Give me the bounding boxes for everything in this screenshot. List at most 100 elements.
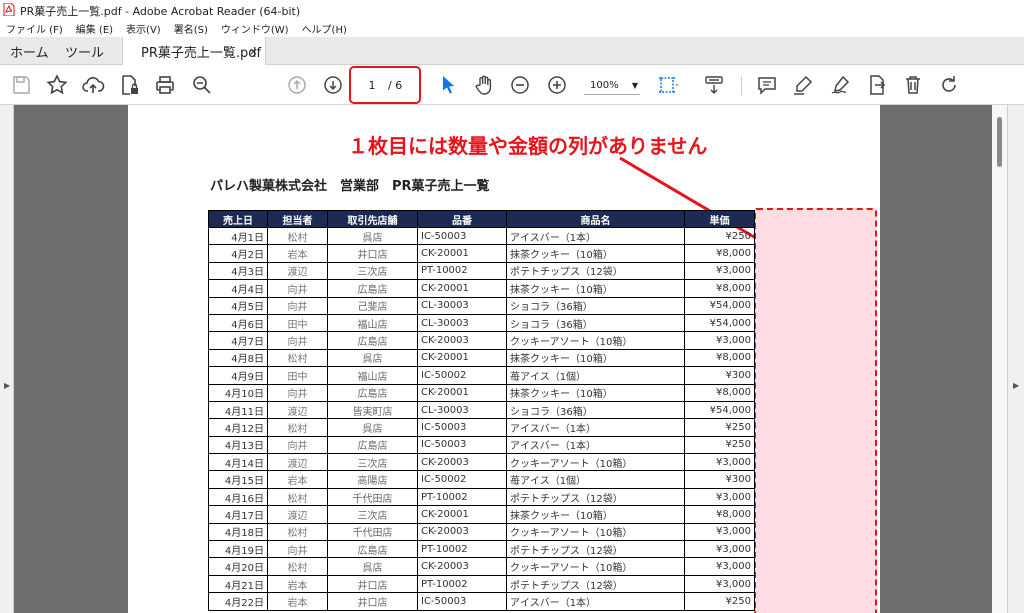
column-header: 取引先店舗 [327,210,418,228]
comment-icon[interactable] [755,73,779,97]
table-row: 4月21日 岩本 井口店 PT-10002 ポテトチップス（12袋） ¥3,000 [208,574,755,594]
sale-date-cell: 4月14日 [208,453,268,472]
sale-date-cell: 4月1日 [208,226,268,246]
zoom-in-icon[interactable] [545,73,569,97]
store-cell: 井口店 [327,592,418,611]
unit-price-cell: ¥54,000 [684,296,755,315]
trash-icon[interactable] [901,73,925,97]
product-code-cell: IC-50003 [417,592,507,611]
vertical-scrollbar[interactable] [992,105,1007,613]
person-cell: 岩本 [267,244,328,263]
previous-page-icon[interactable] [285,73,309,97]
page-total: / 6 [388,79,403,92]
cloud-upload-icon[interactable] [81,73,105,97]
left-panel-toggle[interactable]: ▶ [0,105,14,613]
table-row: 4月4日 向井 広島店 CK-20001 抹茶クッキー（10箱） ¥8,000 [208,279,755,298]
person-cell: 向井 [267,540,328,559]
tab-document[interactable]: PR菓子売上一覧.pdf × [122,37,266,65]
menu-edit[interactable]: 編集 (E) [76,21,113,36]
zoom-value: 100% [590,80,619,91]
person-cell: 向井 [267,296,328,315]
sale-date-cell: 4月16日 [208,487,268,507]
print-icon[interactable] [153,73,177,97]
sale-date-cell: 4月8日 [208,348,268,368]
product-code-cell: CK-20001 [417,244,507,263]
person-cell: 岩本 [267,574,328,594]
product-name-cell: アイスバー（1本） [506,418,685,437]
sale-date-cell: 4月7日 [208,331,268,350]
menu-view[interactable]: 表示(V) [126,21,161,36]
zoom-out-icon[interactable] [508,73,532,97]
product-code-cell: IC-50003 [417,435,507,455]
tab-tools[interactable]: ツール [65,37,104,65]
table-row: 4月5日 向井 己斐店 CL-30003 ショコラ（36箱） ¥54,000 [208,296,755,315]
sale-date-cell: 4月18日 [208,522,268,542]
table-row: 4月14日 渡辺 三次店 CK-20003 クッキーアソート（10箱） ¥3,000 [208,453,755,472]
page-number-input[interactable]: 1 [360,77,384,95]
unit-price-cell: ¥300 [684,366,755,385]
unit-price-cell: ¥3,000 [684,522,755,542]
person-cell: 松村 [267,348,328,368]
keyboard-scroll-icon[interactable] [702,73,726,97]
store-cell: 広島店 [327,435,418,455]
store-cell: 己斐店 [327,296,418,315]
sale-date-cell: 4月15日 [208,470,268,489]
product-name-cell: 抹茶クッキー（10箱） [506,279,685,298]
store-cell: 三次店 [327,261,418,281]
person-cell: 渡辺 [267,453,328,472]
save-icon[interactable] [9,73,33,97]
unit-price-cell: ¥8,000 [684,505,755,524]
file-lock-icon[interactable] [117,73,141,97]
product-name-cell: ポテトチップス（12袋） [506,261,685,281]
highlight-pen-icon[interactable] [791,73,815,97]
select-cursor-icon[interactable] [436,73,460,97]
column-header: 売上日 [208,210,268,228]
product-name-cell: アイスバー（1本） [506,592,685,611]
toolbar-divider [741,75,742,95]
zoom-out-search-icon[interactable] [190,73,214,97]
unit-price-cell: ¥3,000 [684,574,755,594]
document-viewport[interactable]: ▶ １枚目には数量や金額の列がありません パレハ製菓株式会社 営業部 PR菓子売… [0,105,1024,613]
product-code-cell: CL-30003 [417,400,507,420]
right-panel-toggle[interactable]: ▶ [1007,105,1024,613]
sale-date-cell: 4月5日 [208,296,268,315]
menu-help[interactable]: ヘルプ(H) [302,21,347,36]
person-cell: 渡辺 [267,261,328,281]
rotate-icon[interactable] [937,73,961,97]
star-icon[interactable] [45,73,69,97]
sale-date-cell: 4月4日 [208,279,268,298]
column-header: 品番 [417,210,507,228]
product-code-cell: CL-30003 [417,313,507,333]
zoom-select[interactable]: 100% ▼ [584,77,640,95]
product-name-cell: クッキーアソート（10箱） [506,522,685,542]
menu-window[interactable]: ウィンドウ(W) [221,21,289,36]
sign-pen-icon[interactable] [829,73,853,97]
person-cell: 松村 [267,226,328,246]
menu-file[interactable]: ファイル (F) [6,21,63,36]
scrollbar-thumb[interactable] [997,117,1002,167]
unit-price-cell: ¥3,000 [684,261,755,281]
page-fit-icon[interactable] [656,73,680,97]
next-page-icon[interactable] [321,73,345,97]
table-row: 4月19日 向井 広島店 PT-10002 ポテトチップス（12袋） ¥3,000 [208,540,755,559]
export-file-icon[interactable] [865,73,889,97]
menu-sign[interactable]: 署名(S) [174,21,208,36]
unit-price-cell: ¥3,000 [684,487,755,507]
tab-home[interactable]: ホーム [10,37,49,65]
sale-date-cell: 4月10日 [208,383,268,402]
store-cell: 千代田店 [327,487,418,507]
sale-date-cell: 4月3日 [208,261,268,281]
unit-price-cell: ¥250 [684,418,755,437]
product-code-cell: PT-10002 [417,540,507,559]
product-name-cell: 抹茶クッキー（10箱） [506,505,685,524]
close-tab-icon[interactable]: × [249,45,258,58]
store-cell: 井口店 [327,574,418,594]
person-cell: 田中 [267,366,328,385]
product-code-cell: IC-50002 [417,470,507,489]
sale-date-cell: 4月6日 [208,313,268,333]
hand-tool-icon[interactable] [472,73,496,97]
table-row: 4月6日 田中 福山店 CL-30003 ショコラ（36箱） ¥54,000 [208,313,755,333]
store-cell: 広島店 [327,383,418,402]
person-cell: 渡辺 [267,400,328,420]
product-name-cell: ポテトチップス（12袋） [506,574,685,594]
